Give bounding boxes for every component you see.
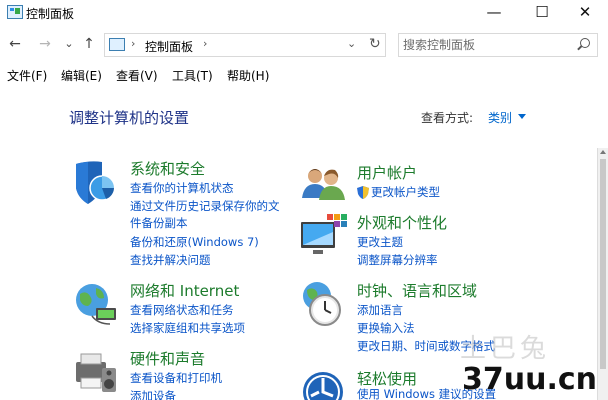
page-title: 调整计算机的设置 <box>69 109 190 127</box>
address-bar: ← → ⌄ ↑ › 控制面板 › ⌄ ↻ <box>0 31 608 59</box>
link-troubleshoot[interactable]: 查找并解决问题 <box>130 252 211 268</box>
link-view-computer-status[interactable]: 查看你的计算机状态 <box>130 180 234 196</box>
link-file-history-cont[interactable]: 件备份副本 <box>130 215 188 231</box>
vertical-scrollbar[interactable] <box>597 148 608 400</box>
shield-pie-icon[interactable] <box>72 158 120 206</box>
minimize-button[interactable]: — <box>471 0 517 27</box>
control-panel-location-icon <box>109 38 125 51</box>
link-homegroup-sharing[interactable]: 选择家庭组和共享选项 <box>130 320 245 336</box>
scrollbar-thumb[interactable] <box>600 159 606 369</box>
uac-shield-icon <box>357 186 369 199</box>
breadcrumb-chevron[interactable]: › <box>203 37 207 50</box>
scroll-up-icon[interactable] <box>600 150 606 154</box>
window-title: 控制面板 <box>26 7 75 21</box>
link-screen-resolution[interactable]: 调整屏幕分辨率 <box>357 252 438 268</box>
menu-tools[interactable]: 工具(T) <box>172 67 213 84</box>
address-field[interactable]: › 控制面板 › ⌄ ↻ <box>104 33 386 57</box>
up-button[interactable]: ↑ <box>80 35 98 53</box>
printer-speaker-icon[interactable] <box>72 348 120 396</box>
link-add-language[interactable]: 添加语言 <box>357 302 403 318</box>
link-network-status[interactable]: 查看网络状态和任务 <box>130 302 234 318</box>
clock-globe-icon[interactable] <box>299 280 347 328</box>
menu-view[interactable]: 查看(V) <box>116 67 158 84</box>
watermark-logo-text: 土巴兔 <box>460 334 551 364</box>
address-dropdown-button[interactable]: ⌄ <box>347 37 356 50</box>
control-panel-icon <box>7 5 23 19</box>
breadcrumb-separator: › <box>131 37 136 50</box>
user-accounts-title[interactable]: 用户帐户 <box>357 162 417 183</box>
refresh-button[interactable]: ↻ <box>369 36 381 52</box>
recent-locations-button[interactable]: ⌄ <box>60 35 78 53</box>
close-button[interactable]: ✕ <box>562 0 608 27</box>
network-internet-title[interactable]: 网络和 Internet <box>130 280 239 301</box>
menu-bar: 文件(F) 编辑(E) 查看(V) 工具(T) 帮助(H) <box>0 64 608 86</box>
link-devices-printers[interactable]: 查看设备和打印机 <box>130 370 222 386</box>
clock-region-title[interactable]: 时钟、语言和区域 <box>357 280 477 301</box>
globe-network-icon[interactable] <box>72 280 120 328</box>
link-change-input-method[interactable]: 更换输入法 <box>357 320 415 336</box>
link-add-device[interactable]: 添加设备 <box>130 388 176 400</box>
appearance-title[interactable]: 外观和个性化 <box>357 212 447 233</box>
link-file-history[interactable]: 通过文件历史记录保存你的文 <box>130 198 280 214</box>
system-security-title[interactable]: 系统和安全 <box>130 158 205 179</box>
title-bar: 控制面板 — ☐ ✕ <box>0 0 608 27</box>
search-box[interactable] <box>398 33 598 57</box>
breadcrumb-control-panel[interactable]: 控制面板 <box>145 38 193 55</box>
ease-of-access-icon[interactable] <box>299 368 347 400</box>
link-change-theme[interactable]: 更改主题 <box>357 234 403 250</box>
link-change-account-type[interactable]: 更改帐户类型 <box>371 184 440 200</box>
forward-button[interactable]: → <box>36 35 54 53</box>
maximize-button[interactable]: ☐ <box>519 0 565 27</box>
view-by-label: 查看方式: <box>421 111 474 125</box>
watermark-site: 37uu.cn <box>462 362 597 397</box>
menu-help[interactable]: 帮助(H) <box>227 67 269 84</box>
hardware-sound-title[interactable]: 硬件和声音 <box>130 348 205 369</box>
link-backup-restore[interactable]: 备份和还原(Windows 7) <box>130 234 259 250</box>
menu-file[interactable]: 文件(F) <box>7 67 47 84</box>
view-by-arrow-icon[interactable] <box>518 114 526 119</box>
view-by-dropdown[interactable]: 类别 <box>488 109 512 126</box>
back-button[interactable]: ← <box>6 35 24 53</box>
menu-edit[interactable]: 编辑(E) <box>61 67 102 84</box>
monitor-palette-icon[interactable] <box>299 212 347 260</box>
search-icon[interactable] <box>580 38 590 48</box>
search-input[interactable] <box>403 36 573 54</box>
users-icon[interactable] <box>299 162 347 210</box>
